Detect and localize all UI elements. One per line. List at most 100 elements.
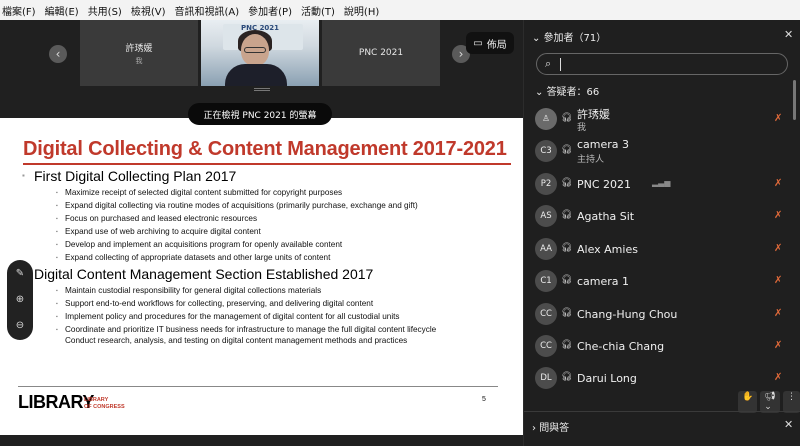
mic-muted-icon[interactable]: ✗ xyxy=(774,340,782,351)
chevron-down-icon: ⌄ xyxy=(535,87,547,98)
menu-participants[interactable]: 參加者(P) xyxy=(248,3,292,18)
qa-section[interactable]: › 問與答 ✕ xyxy=(524,411,800,446)
footer-line xyxy=(18,386,498,387)
participant-tile[interactable]: PNC 2021 xyxy=(322,20,440,86)
search-input[interactable]: ⌕ xyxy=(536,53,788,75)
mic-muted-icon[interactable]: ✗ xyxy=(774,210,782,221)
participant-row[interactable]: AS 🎧︎ Agatha Sit ✗ xyxy=(524,201,794,233)
menu-file[interactable]: 檔案(F) xyxy=(2,3,36,18)
strip-prev-button[interactable]: ‹ xyxy=(49,45,67,63)
text-cursor xyxy=(560,58,561,71)
slide-bullet: Develop and implement an acquisitions pr… xyxy=(56,240,342,249)
section-title: 答疑者：66 xyxy=(546,87,600,98)
slide-section-heading: Digital Content Management Section Estab… xyxy=(22,266,373,282)
participant-row[interactable]: C1 🎧︎ camera 1 ✗ xyxy=(524,266,794,298)
participant-role: 我 xyxy=(577,123,587,133)
mic-muted-icon[interactable]: ✗ xyxy=(774,243,782,254)
slide-bullet: Focus on purchased and leased electronic… xyxy=(56,214,257,223)
raise-hand-icon[interactable]: ✋ xyxy=(738,391,758,413)
audio-level-icon: ▂▃▅ xyxy=(652,178,671,187)
qa-label: 問與答 xyxy=(539,423,570,434)
mic-muted-icon[interactable]: ✗ xyxy=(774,113,782,124)
participant-name: PNC 2021 xyxy=(577,178,632,191)
participant-name: Darui Long xyxy=(577,372,637,385)
menu-edit[interactable]: 編輯(E) xyxy=(45,3,79,18)
headphone-icon: 🎧︎ xyxy=(561,178,573,188)
layout-label: 佈局 xyxy=(486,39,507,51)
headphone-icon: 🎧︎ xyxy=(561,308,573,318)
close-icon[interactable]: ✕ xyxy=(784,28,793,41)
participant-row[interactable]: P2 🎧︎ PNC 2021 ▂▃▅ ✗ xyxy=(524,169,794,201)
menu-view[interactable]: 檢視(V) xyxy=(131,3,166,18)
participant-name: Che-chia Chang xyxy=(577,340,665,353)
menu-audio-video[interactable]: 音訊和視訊(A) xyxy=(175,3,240,18)
slide-bullet: Maximize receipt of selected digital con… xyxy=(56,188,342,197)
library-logo-sub: LIBRARY OF CONGRESS xyxy=(84,397,125,411)
search-icon: ⌕ xyxy=(545,57,552,70)
slide-bullet: Conduct research, analysis, and testing … xyxy=(65,336,408,345)
slide-page-number: 5 xyxy=(482,396,486,403)
drag-handle[interactable] xyxy=(254,88,270,91)
headphone-icon: 🎧︎ xyxy=(561,113,573,123)
participant-name: Alex Amies xyxy=(577,243,638,256)
participant-row[interactable]: ♙ 🎧︎ 許琇媛 我 ✗ xyxy=(524,104,794,136)
menu-share[interactable]: 共用(S) xyxy=(88,3,122,18)
logo-sub-line-2: OF CONGRESS xyxy=(84,404,125,410)
slide-bullet: Expand collecting of appropriate dataset… xyxy=(56,253,330,262)
participant-row[interactable]: CC 🎧︎ Chang-Hung Chou ✗ xyxy=(524,299,794,331)
mic-muted-icon[interactable]: ✗ xyxy=(774,178,782,189)
participant-name: camera 1 xyxy=(577,275,630,288)
headphone-icon: 🎧︎ xyxy=(561,275,573,285)
participant-tile[interactable]: 許琇媛 我 xyxy=(80,20,198,86)
menu-bar: 檔案(F) 編輯(E) 共用(S) 檢視(V) 音訊和視訊(A) 參加者(P) … xyxy=(0,0,800,20)
slide-bullet: Maintain custodial responsibility for ge… xyxy=(56,286,321,295)
participant-name: camera 3 xyxy=(577,138,630,151)
slide-title: Digital Collecting & Content Management … xyxy=(23,138,507,160)
zoom-in-icon[interactable]: ⊕ xyxy=(7,294,33,305)
tile-name: PNC 2021 xyxy=(358,48,404,58)
mic-muted-icon[interactable]: ✗ xyxy=(774,372,782,383)
mic-muted-icon[interactable]: ✗ xyxy=(774,308,782,319)
more-options-icon[interactable]: ⋮ xyxy=(783,391,800,413)
user-icon: ♙ xyxy=(542,114,550,124)
headphone-icon: 🎧︎ xyxy=(561,210,573,220)
annotation-toolbar: ✎ ⊕ ⊖ xyxy=(7,260,33,340)
panel-header[interactable]: ⌄ 參加者（71） xyxy=(532,29,606,44)
shared-slide: Digital Collecting & Content Management … xyxy=(0,118,523,435)
slide-bullet: Expand digital collecting via routine mo… xyxy=(56,201,418,210)
avatar: DL xyxy=(535,367,557,389)
library-logo: LIBRARY xyxy=(18,392,94,412)
active-video-tile[interactable]: PNC 2021 xyxy=(201,20,319,86)
close-icon[interactable]: ✕ xyxy=(784,418,793,431)
avatar: AS xyxy=(535,205,557,227)
logo-sub-line-1: LIBRARY xyxy=(84,397,109,403)
meeting-stage: ‹ 許琇媛 我 PNC 2021 PNC 2021 › ▭ 佈局 正在檢視 PN… xyxy=(0,20,523,446)
menu-activity[interactable]: 活動(T) xyxy=(301,3,335,18)
panelists-section-header[interactable]: ⌄ 答疑者：66 xyxy=(535,83,599,98)
panel-title: 參加者（71） xyxy=(543,33,607,44)
speaker-body xyxy=(225,64,287,86)
participant-row[interactable]: AA 🎧︎ Alex Amies ✗ xyxy=(524,234,794,266)
mic-muted-icon[interactable]: ✗ xyxy=(774,275,782,286)
qa-header[interactable]: › 問與答 xyxy=(532,419,569,434)
layout-button[interactable]: ▭ 佈局 xyxy=(466,32,514,54)
avatar: ♙ xyxy=(535,108,557,130)
headphone-icon: 🎧︎ xyxy=(561,372,573,382)
layout-icon: ▭ xyxy=(473,37,483,49)
slide-bullet: Implement policy and procedures for the … xyxy=(56,312,400,321)
tile-sub: 我 xyxy=(135,56,143,65)
megaphone-icon[interactable]: 📢︎⌄ xyxy=(760,391,780,413)
annotate-icon[interactable]: ✎ xyxy=(7,268,33,279)
share-status-banner: 正在檢視 PNC 2021 的螢幕 xyxy=(188,103,332,125)
menu-help[interactable]: 說明(H) xyxy=(344,3,379,18)
participants-panel: ⌄ 參加者（71） ✕ ⌕ ⌄ 答疑者：66 ♙ 🎧︎ 許琇媛 我 ✗ C3 🎧… xyxy=(523,20,800,446)
zoom-out-icon[interactable]: ⊖ xyxy=(7,320,33,331)
slide-section-heading: First Digital Collecting Plan 2017 xyxy=(22,168,236,184)
slide-bullet: Expand use of web archiving to acquire d… xyxy=(56,227,261,236)
participant-role: 主持人 xyxy=(577,155,605,165)
slide-bullet: Support end-to-end workflows for collect… xyxy=(56,299,373,308)
participant-row[interactable]: C3 🎧︎ camera 3 主持人 xyxy=(524,136,794,168)
headphone-icon: 🎧︎ xyxy=(561,243,573,253)
chevron-down-icon: ⌄ xyxy=(532,33,544,44)
participant-row[interactable]: CC 🎧︎ Che-chia Chang ✗ xyxy=(524,331,794,363)
